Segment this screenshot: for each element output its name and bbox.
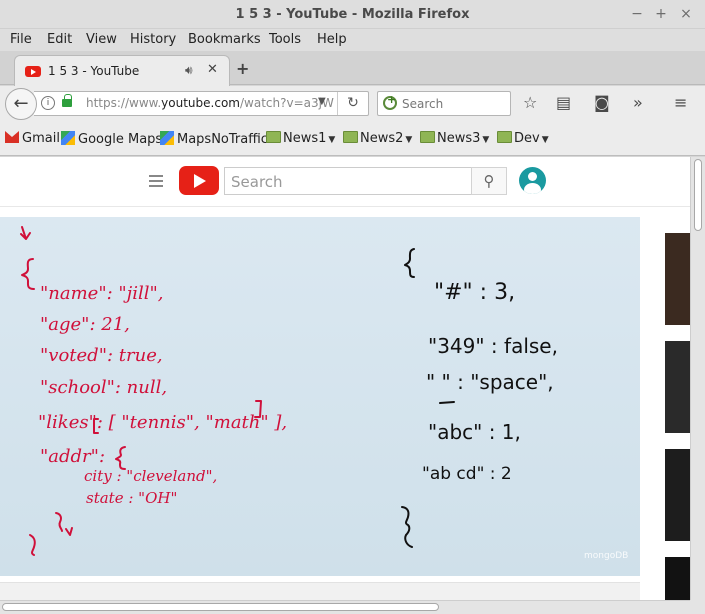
related-thumbnail[interactable] [665, 557, 690, 600]
info-icon[interactable]: i [41, 96, 55, 110]
svg-text:" " : "space",: " " : "space", [426, 370, 554, 394]
chevron-down-icon: ▼ [541, 135, 549, 145]
bookmarks-toolbar: Gmail Google Maps MapsNoTraffic News1 ▼ N… [0, 122, 705, 156]
title-bar: 1 5 3 - YouTube - Mozilla Firefox − + × [0, 0, 705, 29]
bookmark-folder-dev[interactable]: Dev ▼ [497, 131, 549, 146]
menu-view[interactable]: View [86, 32, 117, 47]
menu-edit[interactable]: Edit [47, 32, 72, 47]
menu-tools[interactable]: Tools [269, 32, 301, 47]
scrollbar-corner [690, 600, 705, 614]
menu-history[interactable]: History [130, 32, 176, 47]
youtube-logo[interactable] [179, 166, 219, 195]
video-player[interactable]: "name": "jill", "age": 21, "voted": true… [0, 217, 640, 576]
svg-text:"ab cd" : 2: "ab cd" : 2 [422, 464, 512, 484]
svg-text:city : "cleveland",: city : "cleveland", [84, 467, 217, 485]
chevron-down-icon: ▼ [328, 135, 336, 145]
avatar[interactable] [519, 167, 546, 194]
search-field[interactable]: Search [377, 91, 511, 116]
menu-bookmarks[interactable]: Bookmarks [188, 32, 261, 47]
maximize-icon[interactable]: + [652, 5, 670, 23]
vertical-scrollbar[interactable] [690, 157, 705, 600]
svg-text:"likes": [ "tennis", "math" ],: "likes": [ "tennis", "math" ], [38, 412, 287, 433]
reload-icon[interactable]: ↻ [337, 92, 368, 115]
close-window-icon[interactable]: × [677, 5, 695, 23]
svg-text:"name": "jill",: "name": "jill", [40, 283, 164, 304]
folder-icon [497, 131, 512, 143]
whiteboard-handwriting: "name": "jill", "age": 21, "voted": true… [20, 226, 558, 556]
hamburger-menu-icon[interactable]: ≡ [674, 93, 687, 112]
horizontal-scroll-thumb[interactable] [2, 603, 439, 611]
folder-icon [420, 131, 435, 143]
menu-bar: File Edit View History Bookmarks Tools H… [0, 29, 705, 51]
tab-title: 1 5 3 - YouTube [48, 64, 140, 78]
svg-text:"school": null,: "school": null, [40, 377, 167, 398]
url-text[interactable]: https://www.youtube.com/watch?v=a3jW [86, 96, 338, 110]
library-icon[interactable]: ▤ [556, 93, 571, 112]
navigation-toolbar: i https://www.youtube.com/watch?v=a3jW ▼… [0, 86, 705, 122]
window-title: 1 5 3 - YouTube - Mozilla Firefox [235, 7, 470, 22]
search-placeholder: Search [402, 97, 444, 111]
svg-text:"349" : false,: "349" : false, [428, 334, 558, 358]
maps-icon [61, 131, 75, 145]
chevron-down-icon: ▼ [482, 135, 490, 145]
svg-text:state : "OH": state : "OH" [86, 489, 177, 507]
new-tab-icon[interactable]: + [236, 59, 249, 78]
search-engine-icon[interactable] [383, 93, 397, 110]
url-bar[interactable]: i https://www.youtube.com/watch?v=a3jW ▼… [34, 91, 369, 116]
folder-icon [266, 131, 281, 143]
tab-youtube[interactable]: 1 5 3 - YouTube 🔊︎ ✕ [14, 55, 230, 86]
url-dropdown-icon[interactable]: ▼ [318, 96, 326, 107]
guide-menu-icon[interactable] [149, 175, 163, 187]
related-thumbnail[interactable] [665, 341, 690, 433]
menu-file[interactable]: File [10, 32, 32, 47]
related-thumbnail[interactable] [665, 233, 690, 325]
svg-text:"#" : 3,: "#" : 3, [434, 280, 515, 305]
svg-text:"addr":: "addr": [40, 446, 105, 467]
lock-icon[interactable] [62, 94, 72, 107]
back-button[interactable]: ← [5, 88, 37, 120]
speaker-icon[interactable]: 🔊︎ [185, 63, 193, 78]
search-icon[interactable]: ⚲ [471, 167, 507, 195]
related-thumbnail[interactable] [665, 449, 690, 541]
folder-icon [343, 131, 358, 143]
page-content: Search ⚲ "name": "jill", "age": 21, "vot… [0, 157, 690, 600]
svg-text:"voted": true,: "voted": true, [40, 345, 163, 366]
youtube-favicon-icon [25, 66, 41, 77]
video-info-area [0, 582, 640, 600]
pocket-icon[interactable]: ◙ [594, 93, 610, 112]
bookmark-star-icon[interactable]: ☆ [523, 93, 537, 112]
youtube-header: Search ⚲ [0, 157, 690, 207]
bookmark-gmail[interactable]: Gmail [5, 131, 60, 146]
svg-text:"age": 21,: "age": 21, [40, 314, 130, 335]
chevron-down-icon: ▼ [405, 135, 413, 145]
menu-help[interactable]: Help [317, 32, 347, 47]
bookmark-folder-news2[interactable]: News2 ▼ [343, 131, 412, 146]
vertical-scroll-thumb[interactable] [694, 159, 702, 231]
maps-icon [160, 131, 174, 145]
video-watermark: mongoDB [584, 551, 629, 561]
bookmark-folder-news1[interactable]: News1 ▼ [266, 131, 335, 146]
bookmark-folder-news3[interactable]: News3 ▼ [420, 131, 489, 146]
bookmark-google-maps[interactable]: Google Maps [61, 131, 162, 147]
tab-strip: 1 5 3 - YouTube 🔊︎ ✕ + [0, 51, 705, 86]
close-tab-icon[interactable]: ✕ [207, 62, 218, 77]
minimize-icon[interactable]: − [628, 5, 646, 23]
bookmark-maps-no-traffic[interactable]: MapsNoTraffic [160, 131, 268, 147]
overflow-icon[interactable]: » [633, 93, 643, 112]
gmail-icon [5, 131, 19, 143]
svg-text:"abc" : 1,: "abc" : 1, [428, 420, 521, 444]
youtube-search-placeholder: Search [231, 173, 283, 191]
horizontal-scrollbar[interactable] [0, 600, 690, 614]
youtube-search-input[interactable]: Search [224, 167, 472, 195]
